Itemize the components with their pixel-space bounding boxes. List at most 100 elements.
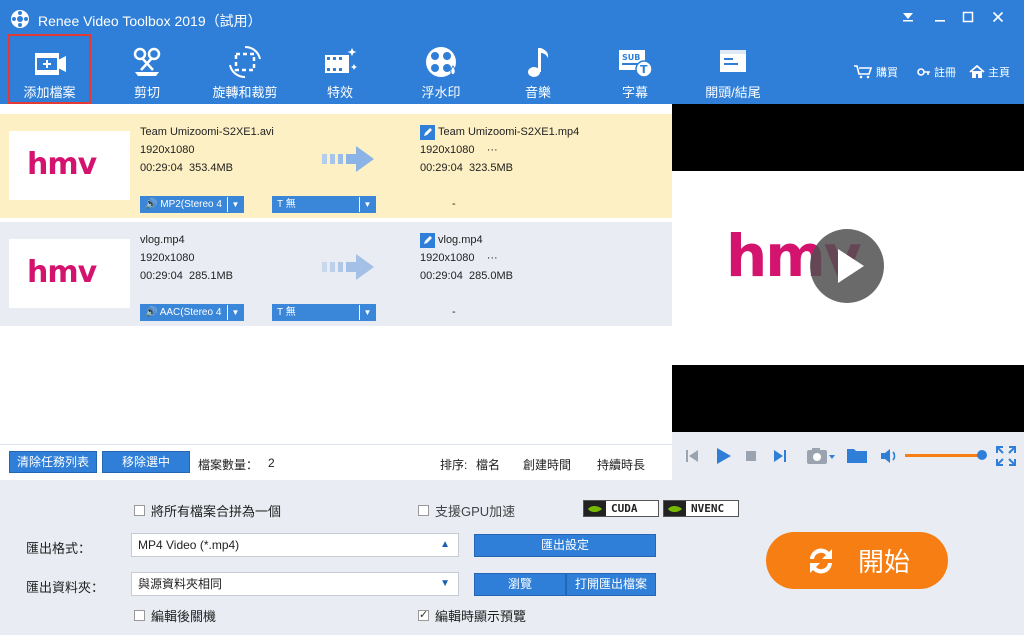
- buy-label: 購買: [876, 67, 898, 79]
- minimize-button[interactable]: [928, 8, 952, 30]
- video-thumbnail[interactable]: hmv: [9, 131, 130, 200]
- export-format-select[interactable]: MP4 Video (*.mp4) ▲: [131, 533, 459, 557]
- edit-name-icon[interactable]: [420, 232, 435, 248]
- close-icon: [992, 11, 1004, 23]
- minimize-icon: [935, 20, 945, 22]
- speaker-icon: 🔊: [145, 199, 158, 210]
- home-link[interactable]: 主頁: [969, 64, 1010, 80]
- subtitle-value: T 無: [273, 197, 359, 212]
- toolbar-label: 旋轉和裁剪: [212, 85, 278, 100]
- nvidia-logo-icon: [584, 501, 606, 516]
- rotate-crop-button[interactable]: 旋轉和裁剪: [205, 38, 285, 104]
- volume-slider[interactable]: [905, 454, 981, 457]
- file-count-label: 檔案數量：: [198, 458, 259, 472]
- previous-icon[interactable]: [684, 448, 700, 464]
- output-resolution: 1920x1080: [420, 252, 475, 264]
- register-link[interactable]: 註冊: [917, 64, 956, 80]
- more-options[interactable]: ···: [487, 252, 498, 264]
- intro-outro-button[interactable]: 開頭/結尾: [695, 38, 771, 104]
- menu-dropdown-button[interactable]: [896, 8, 920, 30]
- chevron-down-icon: ▼: [440, 578, 450, 589]
- play-overlay-button[interactable]: [810, 229, 884, 303]
- dropdown-menu-icon: [903, 13, 913, 22]
- audio-track-value: 🔊 AAC(Stereo 4: [141, 305, 227, 320]
- add-file-icon: [34, 53, 66, 75]
- effects-button[interactable]: 特效: [305, 38, 375, 104]
- audio-track-value: 🔊 MP2(Stereo 4: [141, 197, 227, 212]
- browse-button[interactable]: 瀏覽: [474, 573, 566, 596]
- file-row[interactable]: hmv vlog.mp4 1920x1080 00:29:04 285.1MB …: [0, 222, 672, 326]
- play-icon[interactable]: [713, 446, 733, 466]
- scissors-icon: [133, 47, 161, 76]
- clear-task-list-button[interactable]: 清除任務列表: [9, 451, 97, 473]
- register-label: 註冊: [934, 67, 956, 79]
- volume-icon[interactable]: [880, 448, 898, 464]
- preview-while-editing-checkbox[interactable]: 編輯時顯示預覽: [418, 606, 526, 625]
- music-button[interactable]: 音樂: [505, 38, 571, 104]
- subtitle-dropdown[interactable]: T 無 ▼: [272, 196, 376, 213]
- refresh-icon: [809, 548, 832, 573]
- sort-by-name[interactable]: 檔名: [476, 456, 500, 473]
- volume-slider-handle[interactable]: [977, 450, 987, 460]
- output-duration: 00:29:04: [420, 162, 463, 174]
- convert-arrow-icon: [322, 146, 374, 172]
- chevron-down-icon: ▼: [227, 197, 243, 212]
- sort-by-duration[interactable]: 持續時長: [597, 456, 645, 473]
- output-settings-panel: 將所有檔案合拼為一個 支援GPU加速 CUDA NVENC 匯出格式： MP4 …: [0, 480, 1024, 635]
- buy-link[interactable]: 購買: [853, 64, 898, 80]
- output-info: vlog.mp4 1920x1080 ··· 00:29:04 285.0MB: [420, 231, 513, 285]
- folder-icon[interactable]: [846, 446, 868, 464]
- start-button[interactable]: 開始: [766, 532, 948, 589]
- toolbar-label: 浮水印: [421, 85, 461, 100]
- video-preview[interactable]: hmv: [672, 104, 1024, 480]
- export-folder-value: 與源資料夾相同: [138, 577, 223, 591]
- key-icon: [917, 68, 930, 76]
- merge-all-label: 將所有檔案合拼為一個: [151, 504, 282, 519]
- convert-arrow-icon: [322, 254, 374, 280]
- audio-track-dropdown[interactable]: 🔊 AAC(Stereo 4 ▼: [140, 304, 244, 321]
- add-file-button[interactable]: 添加檔案: [8, 34, 91, 104]
- watermark-button[interactable]: 浮水印: [405, 38, 477, 104]
- toolbar-label: 音樂: [524, 85, 551, 100]
- chevron-down-icon: ▼: [359, 305, 375, 320]
- toolbar-label: 剪切: [133, 85, 160, 100]
- stop-icon[interactable]: [744, 449, 758, 463]
- audio-track-dropdown[interactable]: 🔊 MP2(Stereo 4 ▼: [140, 196, 244, 213]
- video-thumbnail[interactable]: hmv: [9, 239, 130, 308]
- shutdown-after-checkbox[interactable]: 編輯後關機: [134, 606, 216, 625]
- export-format-value: MP4 Video (*.mp4): [138, 538, 240, 552]
- source-info: Team Umizoomi-S2XE1.avi 1920x1080 00:29:…: [140, 123, 274, 177]
- snapshot-camera-icon[interactable]: [806, 446, 836, 466]
- svg-text:T: T: [640, 63, 648, 76]
- fullscreen-icon[interactable]: [996, 446, 1016, 466]
- open-export-folder-button[interactable]: 打開匯出檔案: [566, 573, 656, 596]
- nvenc-label: NVENC: [691, 502, 725, 515]
- file-row[interactable]: hmv Team Umizoomi-S2XE1.avi 1920x1080 00…: [0, 114, 672, 218]
- export-settings-button[interactable]: 匯出設定: [474, 534, 656, 557]
- maximize-icon: [962, 11, 974, 23]
- home-label: 主頁: [988, 67, 1010, 79]
- source-resolution: 1920x1080: [140, 252, 195, 264]
- export-folder-select[interactable]: 與源資料夾相同 ▼: [131, 572, 459, 596]
- cut-button[interactable]: 剪切: [110, 38, 184, 104]
- merge-all-checkbox[interactable]: 將所有檔案合拼為一個: [134, 501, 281, 520]
- checkbox-box: [134, 610, 145, 621]
- thumbnail-logo: hmv: [27, 255, 97, 290]
- edit-name-icon[interactable]: [420, 124, 435, 140]
- next-icon[interactable]: [772, 448, 788, 464]
- subtitle-icon: SUB T: [619, 50, 653, 78]
- gpu-acceleration-checkbox[interactable]: 支援GPU加速: [418, 501, 515, 520]
- audio-track-label: MP2(Stereo 4: [160, 199, 222, 210]
- toolbar-label: 特效: [326, 85, 353, 100]
- subtitle-button[interactable]: SUB T 字幕: [600, 38, 670, 104]
- source-duration: 00:29:04: [140, 270, 183, 282]
- remove-selected-button[interactable]: 移除選中: [102, 451, 190, 473]
- home-icon: [969, 65, 985, 78]
- subtitle-dropdown[interactable]: T 無 ▼: [272, 304, 376, 321]
- sort-by-created[interactable]: 創建時間: [523, 456, 571, 473]
- close-button[interactable]: [986, 8, 1010, 30]
- maximize-button[interactable]: [956, 8, 980, 30]
- more-options[interactable]: ···: [487, 144, 498, 156]
- preview-while-editing-label: 編輯時顯示預覽: [435, 609, 527, 624]
- source-info: vlog.mp4 1920x1080 00:29:04 285.1MB: [140, 231, 233, 285]
